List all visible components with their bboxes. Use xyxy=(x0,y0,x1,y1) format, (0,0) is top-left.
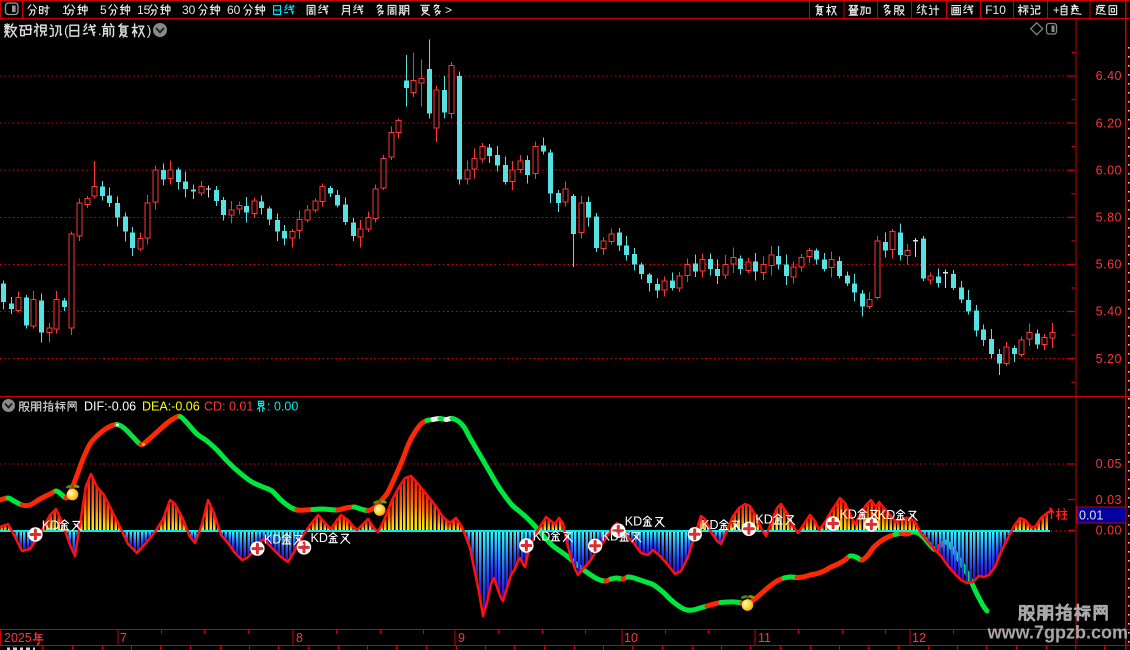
svg-text:2025: 2025 xyxy=(4,631,32,645)
svg-text:(: ( xyxy=(64,22,69,38)
svg-text:0.01: 0.01 xyxy=(1079,509,1103,523)
svg-text:www.7gpzb.com: www.7gpzb.com xyxy=(987,623,1128,643)
svg-text:10: 10 xyxy=(624,631,638,645)
svg-text:5.40: 5.40 xyxy=(1096,305,1122,319)
svg-text:KD: KD xyxy=(755,513,772,527)
svg-text:>: > xyxy=(445,3,452,17)
svg-text:F10: F10 xyxy=(985,3,1006,17)
svg-text:KD: KD xyxy=(625,515,642,529)
svg-text:: 0.00: : 0.00 xyxy=(267,400,298,414)
svg-text:KD: KD xyxy=(42,518,59,532)
svg-text:15: 15 xyxy=(137,3,151,17)
svg-text:KD: KD xyxy=(533,529,550,543)
svg-text:60: 60 xyxy=(227,3,241,17)
svg-text:8: 8 xyxy=(296,631,303,645)
svg-text:KD: KD xyxy=(264,532,281,546)
svg-text:+: + xyxy=(1053,3,1060,17)
svg-text:KD: KD xyxy=(311,531,328,545)
svg-text:12: 12 xyxy=(912,631,926,645)
svg-text:DEA:-0.06: DEA:-0.06 xyxy=(142,400,200,414)
svg-text:9: 9 xyxy=(458,631,465,645)
svg-text:5.80: 5.80 xyxy=(1096,211,1122,225)
svg-text:0.05: 0.05 xyxy=(1096,457,1122,471)
svg-text:5.20: 5.20 xyxy=(1096,352,1122,366)
svg-text:KD: KD xyxy=(840,507,857,521)
svg-text:DIF:-0.06: DIF:-0.06 xyxy=(84,400,136,414)
svg-text:KD: KD xyxy=(878,508,895,522)
svg-text:11: 11 xyxy=(758,631,771,645)
svg-text:0.03: 0.03 xyxy=(1096,493,1122,507)
svg-text:.: . xyxy=(98,22,102,38)
svg-text:30: 30 xyxy=(182,3,196,17)
svg-text:6.00: 6.00 xyxy=(1096,163,1122,177)
svg-text:6.40: 6.40 xyxy=(1096,69,1122,83)
svg-text:7: 7 xyxy=(120,631,127,645)
svg-text:6.20: 6.20 xyxy=(1096,116,1122,130)
svg-text:): ) xyxy=(147,22,152,38)
svg-text:CD: 0.01: CD: 0.01 xyxy=(204,400,253,414)
svg-text:KD: KD xyxy=(701,518,718,532)
svg-text:KD: KD xyxy=(602,530,619,544)
svg-text:0.00: 0.00 xyxy=(1096,524,1122,538)
svg-text:5: 5 xyxy=(100,3,107,17)
svg-text:5.60: 5.60 xyxy=(1096,258,1122,272)
